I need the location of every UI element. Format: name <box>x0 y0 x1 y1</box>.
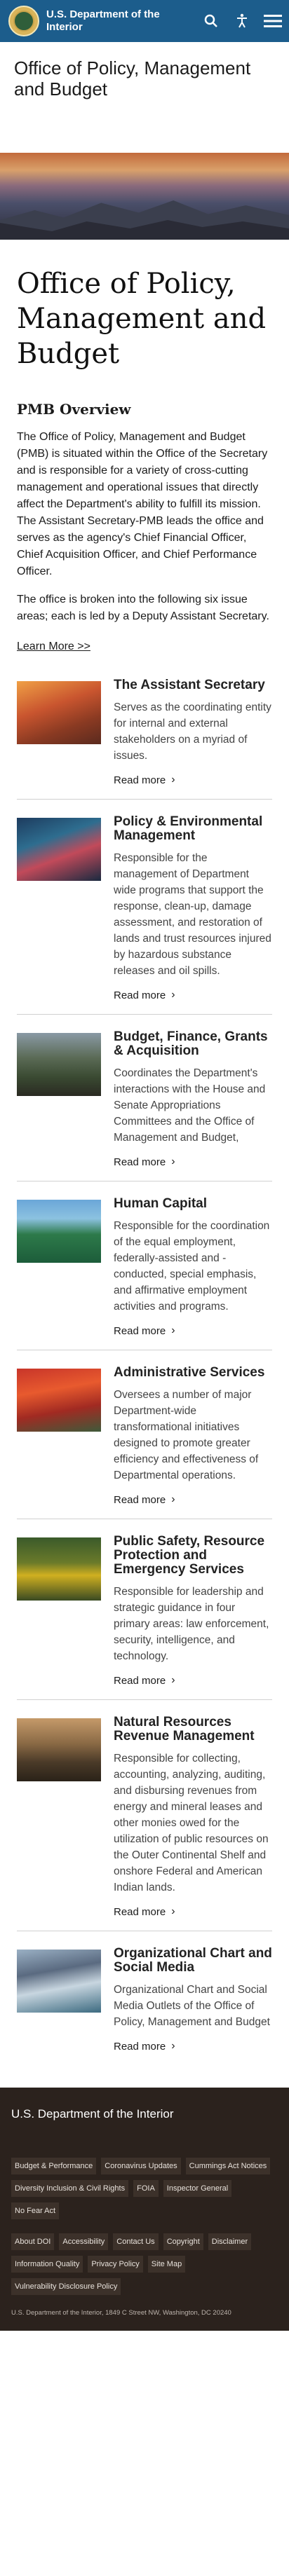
read-more-label: Read more <box>114 1905 166 1918</box>
card-title[interactable]: Policy & Environmental Management <box>114 815 272 843</box>
read-more-link[interactable]: Read more › <box>114 774 272 786</box>
read-more-label: Read more <box>114 1324 166 1337</box>
chevron-right-icon: › <box>171 1905 175 1917</box>
footer-link[interactable]: Budget & Performance <box>11 2158 97 2174</box>
hero-banner-image <box>0 153 289 240</box>
footer-link[interactable]: Inspector General <box>163 2180 232 2197</box>
read-more-link[interactable]: Read more › <box>114 989 272 1001</box>
footer-link[interactable]: Copyright <box>163 2233 203 2250</box>
footer-link[interactable]: Information Quality <box>11 2256 83 2273</box>
read-more-label: Read more <box>114 1156 166 1168</box>
footer-link[interactable]: Site Map <box>147 2256 186 2273</box>
card-description: Organizational Chart and Social Media Ou… <box>114 1984 270 2028</box>
card-image[interactable] <box>17 681 101 744</box>
card-title[interactable]: The Assistant Secretary <box>114 678 272 692</box>
read-more-label: Read more <box>114 2040 166 2053</box>
chevron-right-icon: › <box>171 1674 175 1686</box>
page-title-area: Office of Policy, Management and Budget <box>0 240 289 371</box>
issue-area-cards: The Assistant Secretary Serves as the co… <box>0 653 289 2088</box>
brand-name[interactable]: U.S. Department of the Interior <box>46 8 180 34</box>
card-description: Oversees a number of major Department-wi… <box>114 1389 259 1481</box>
card-title[interactable]: Natural Resources Revenue Management <box>114 1715 272 1743</box>
overview-heading: PMB Overview <box>17 401 131 418</box>
chevron-right-icon: › <box>171 989 175 1001</box>
read-more-link[interactable]: Read more › <box>114 1493 272 1506</box>
card-description: Serves as the coordinating entity for in… <box>114 701 271 762</box>
footer-link[interactable]: Disclaimer <box>208 2233 252 2250</box>
footer-link[interactable]: FOIA <box>133 2180 159 2197</box>
pmb-overview: PMB Overview The Office of Policy, Manag… <box>0 371 289 653</box>
doi-seal-logo[interactable] <box>8 6 39 36</box>
issue-card: Natural Resources Revenue Management Res… <box>17 1715 272 1931</box>
footer-link[interactable]: No Fear Act <box>11 2202 60 2219</box>
card-image[interactable] <box>17 1369 101 1432</box>
overview-paragraph: The Office of Policy, Management and Bud… <box>17 431 268 577</box>
footer-link[interactable]: About DOI <box>11 2233 55 2250</box>
issue-card: Human Capital Responsible for the coordi… <box>17 1197 272 1350</box>
footer-link[interactable]: Contact Us <box>113 2233 159 2250</box>
footer-link[interactable]: Diversity Inclusion & Civil Rights <box>11 2180 129 2197</box>
issue-card: Policy & Environmental Management Respon… <box>17 815 272 1015</box>
card-description: Responsible for the management of Depart… <box>114 852 271 977</box>
chevron-right-icon: › <box>171 2040 175 2052</box>
read-more-label: Read more <box>114 1493 166 1506</box>
footer-link-group: Budget & Performance Coronavirus Updates C… <box>11 2158 278 2219</box>
read-more-label: Read more <box>114 1674 166 1687</box>
read-more-link[interactable]: Read more › <box>114 2040 272 2053</box>
search-icon[interactable] <box>202 12 220 30</box>
card-title[interactable]: Budget, Finance, Grants & Acquisition <box>114 1030 272 1058</box>
card-title[interactable]: Organizational Chart and Social Media <box>114 1947 272 1975</box>
page-title: Office of Policy, Management and Budget <box>17 268 267 370</box>
site-footer: U.S. Department of the Interior Budget &… <box>0 2088 289 2331</box>
site-header: U.S. Department of the Interior <box>0 0 289 42</box>
card-image[interactable] <box>17 1033 101 1096</box>
card-image[interactable] <box>17 1718 101 1781</box>
footer-link[interactable]: Privacy Policy <box>88 2256 143 2273</box>
card-image[interactable] <box>17 1950 101 2013</box>
card-title[interactable]: Human Capital <box>114 1197 272 1211</box>
chevron-right-icon: › <box>171 1156 175 1167</box>
overview-paragraph: The office is broken into the following … <box>17 594 269 622</box>
issue-card: The Assistant Secretary Serves as the co… <box>17 678 272 800</box>
card-image[interactable] <box>17 1537 101 1601</box>
card-title[interactable]: Public Safety, Resource Protection and E… <box>114 1535 272 1577</box>
card-title[interactable]: Administrative Services <box>114 1366 272 1380</box>
issue-card: Public Safety, Resource Protection and E… <box>17 1535 272 1700</box>
site-title-area: Office of Policy, Management and Budget <box>0 42 289 153</box>
card-description: Responsible for leadership and strategic… <box>114 1586 269 1662</box>
issue-card: Administrative Services Oversees a numbe… <box>17 1366 272 1519</box>
hamburger-menu-icon[interactable] <box>264 12 282 30</box>
read-more-label: Read more <box>114 989 166 1001</box>
footer-link[interactable]: Coronavirus Updates <box>101 2158 181 2174</box>
card-description: Responsible for the coordination of the … <box>114 1220 270 1313</box>
read-more-label: Read more <box>114 774 166 786</box>
read-more-link[interactable]: Read more › <box>114 1324 272 1337</box>
header-actions <box>202 12 282 30</box>
card-image[interactable] <box>17 818 101 881</box>
read-more-link[interactable]: Read more › <box>114 1156 272 1168</box>
site-title[interactable]: Office of Policy, Management and Budget <box>14 57 275 100</box>
card-description: Coordinates the Department's interaction… <box>114 1067 266 1144</box>
chevron-right-icon: › <box>171 774 175 786</box>
card-description: Responsible for collecting, accounting, … <box>114 1753 269 1893</box>
chevron-right-icon: › <box>171 1493 175 1505</box>
read-more-link[interactable]: Read more › <box>114 1674 272 1687</box>
issue-card: Budget, Finance, Grants & Acquisition Co… <box>17 1030 272 1181</box>
footer-address: U.S. Department of the Interior, 1849 C … <box>11 2309 231 2317</box>
footer-link[interactable]: Cummings Act Notices <box>185 2158 271 2174</box>
chevron-right-icon: › <box>171 1324 175 1336</box>
footer-title: U.S. Department of the Interior <box>11 2107 174 2121</box>
card-image[interactable] <box>17 1200 101 1263</box>
footer-link[interactable]: Vulnerability Disclosure Policy <box>11 2278 121 2295</box>
learn-more-link[interactable]: Learn More >> <box>17 640 90 653</box>
read-more-link[interactable]: Read more › <box>114 1905 272 1918</box>
accessibility-icon[interactable] <box>233 12 251 30</box>
footer-link[interactable]: Accessibility <box>59 2233 109 2250</box>
issue-card: Organizational Chart and Social Media Or… <box>17 1947 272 2065</box>
footer-link-group: About DOI Accessibility Contact Us Copyrigh… <box>11 2233 278 2295</box>
